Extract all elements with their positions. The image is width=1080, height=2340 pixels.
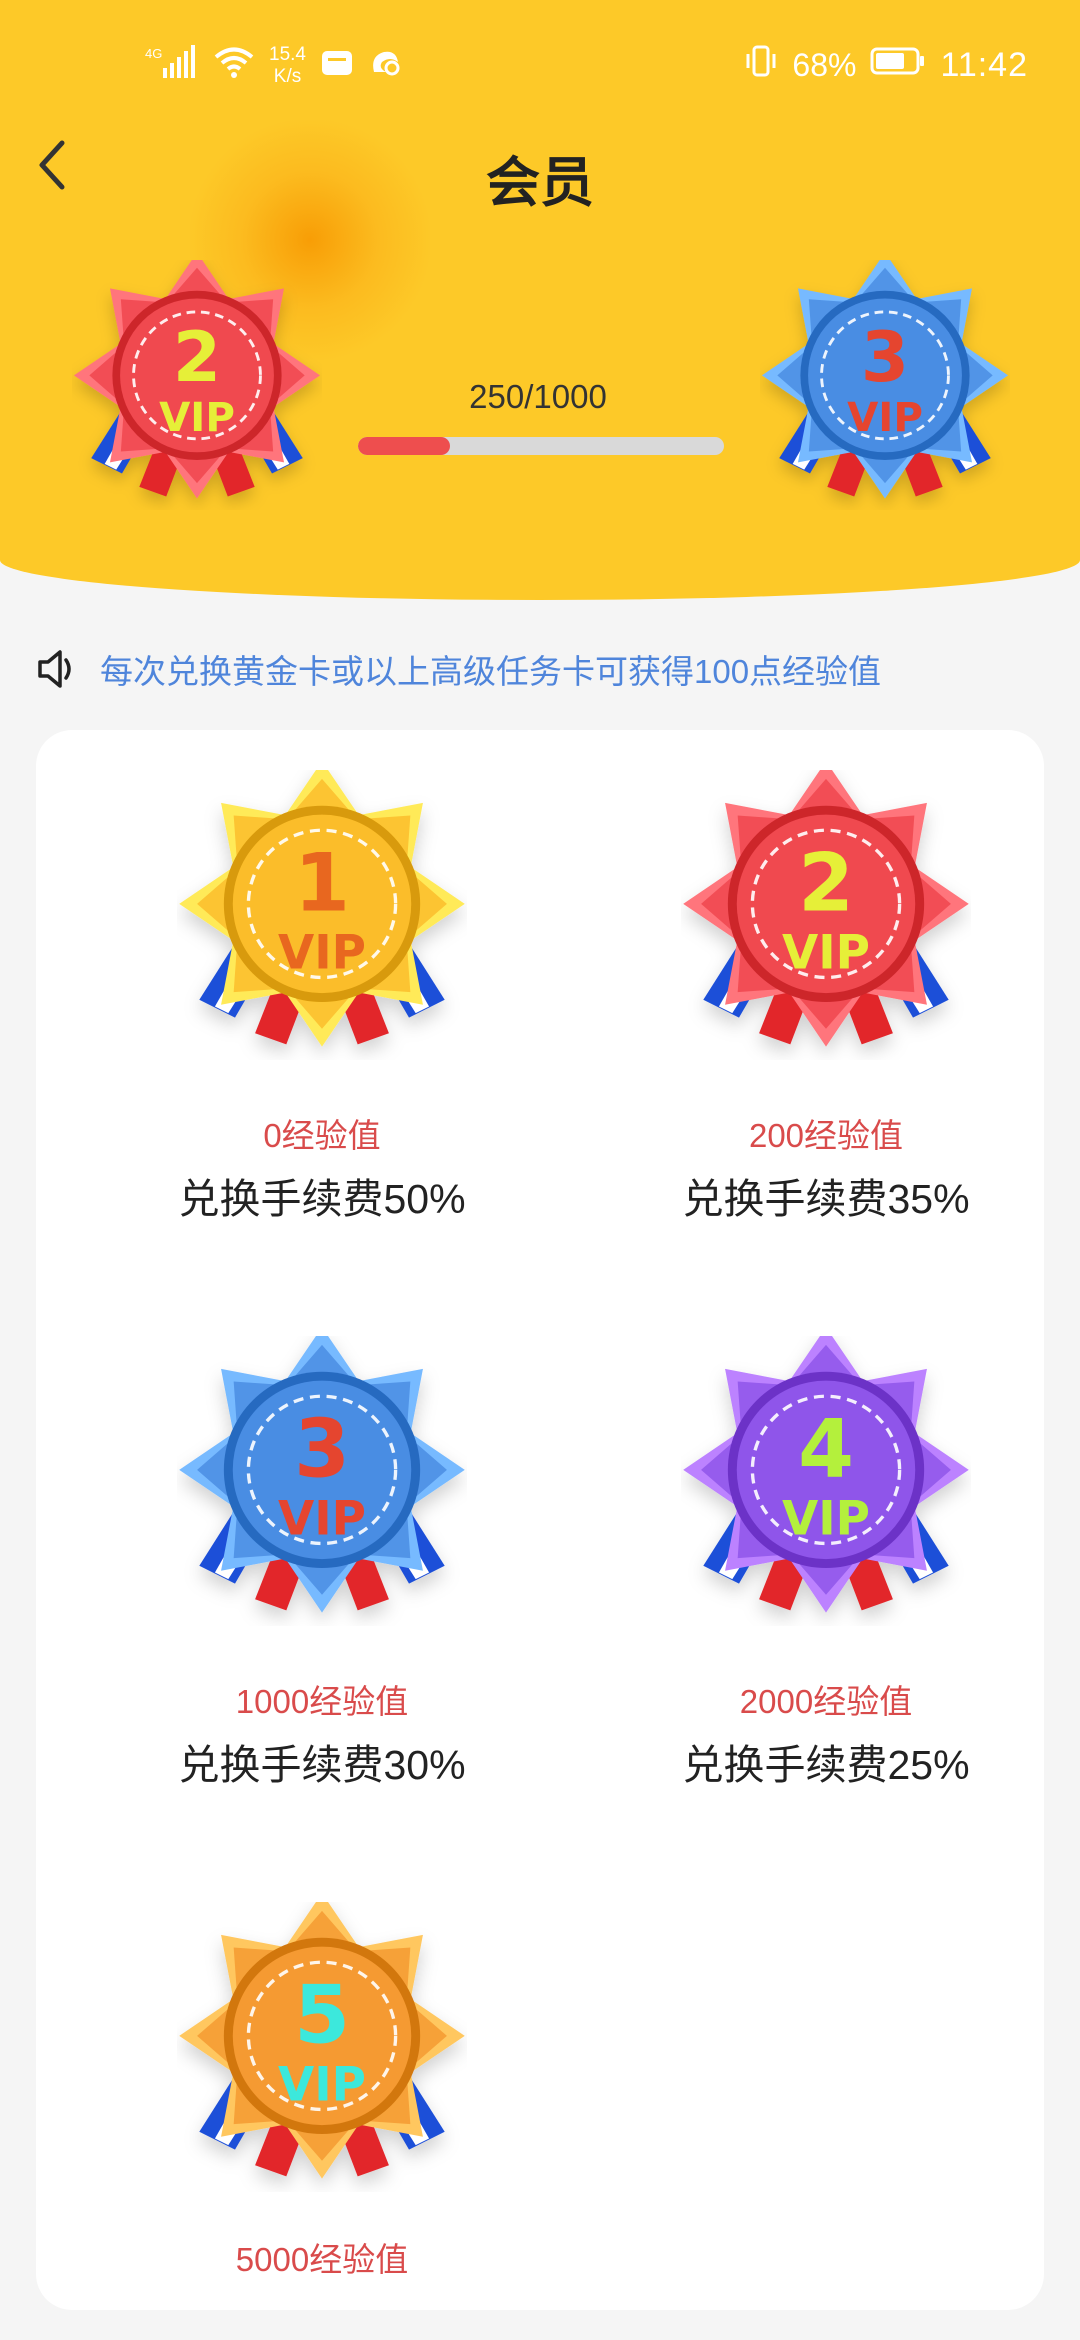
level-fee: 兑换手续费50% (178, 1176, 466, 1222)
progress-bar (358, 437, 724, 455)
level-exp: 0经验值 (263, 1117, 381, 1154)
medal-level-number: 2 (173, 318, 221, 398)
wifi-icon (213, 45, 255, 87)
signal-icon: 4G (145, 44, 199, 88)
next-level-medal: 3 VIP (760, 252, 1010, 515)
level-item-2: 2 VIP 200经验值 兑换手续费35% (616, 761, 1036, 1225)
level-item-4: 4 VIP 2000经验值 兑换手续费25% (616, 1327, 1036, 1791)
medal-vip-label: VIP (278, 2059, 366, 2113)
medal-vip-label: VIP (782, 927, 870, 981)
notice-text: 每次兑换黄金卡或以上高级任务卡可获得100点经验值 (100, 653, 882, 690)
level-fee: 兑换手续费25% (682, 1742, 970, 1788)
level-3-medal: 3 VIP (112, 1327, 532, 1631)
medal-vip-label: VIP (159, 394, 235, 441)
speaker-icon (38, 650, 71, 688)
medal-level-number: 1 (294, 836, 350, 930)
level-exp: 2000经验值 (739, 1683, 913, 1720)
level-fee: 兑换手续费30% (178, 1742, 466, 1788)
network-speed: 15.4 K/s (269, 44, 306, 88)
level-2-medal: 2 VIP (616, 761, 1036, 1065)
medal-vip-label: VIP (278, 1493, 366, 1547)
level-exp: 1000经验值 (235, 1683, 409, 1720)
level-item-3: 3 VIP 1000经验值 兑换手续费30% (112, 1327, 532, 1791)
medal-level-number: 3 (294, 1402, 350, 1496)
medal-level-number: 4 (798, 1402, 854, 1496)
level-5-medal: 5 VIP (112, 1893, 532, 2197)
battery-icon (870, 46, 926, 84)
level-exp: 5000经验值 (235, 2241, 409, 2278)
progress-bar-fill (358, 437, 450, 455)
level-1-medal: 1 VIP (112, 761, 532, 1065)
medal-vip-label: VIP (847, 394, 923, 441)
medal-vip-label: VIP (782, 1493, 870, 1547)
levels-card: 1 VIP 0经验值 兑换手续费50% 2 VIP 200经验值 兑换手续费35% … (36, 730, 1044, 2310)
current-level-medal: 2 VIP (72, 252, 322, 515)
speed-value: 15.4 (269, 44, 306, 65)
medal-level-number: 2 (798, 836, 854, 930)
medal-vip-label: VIP (278, 927, 366, 981)
speed-unit: K/s (273, 66, 302, 87)
level-item-1: 1 VIP 0经验值 兑换手续费50% (112, 761, 532, 1225)
status-bar: 4G 15.4 K/s 68% 11:42 (0, 40, 1080, 90)
progress-text: 250/1000 (469, 378, 607, 415)
level-item-5: 5 VIP 5000经验值 (112, 1893, 532, 2281)
level-exp: 200经验值 (748, 1117, 904, 1154)
uc-browser-icon (368, 46, 402, 86)
notice-banner: 每次兑换黄金卡或以上高级任务卡可获得100点经验值 (34, 645, 1064, 693)
level-fee: 兑换手续费35% (682, 1176, 970, 1222)
medal-level-number: 3 (861, 318, 909, 398)
network-type: 4G (145, 46, 162, 61)
header-banner: 4G 15.4 K/s 68% 11:42 会员 2 VIP 250/1000 … (0, 0, 1080, 600)
clock: 11:42 (940, 45, 1028, 84)
vibrate-icon (744, 44, 778, 86)
medal-level-number: 5 (294, 1968, 350, 2062)
level-4-medal: 4 VIP (616, 1327, 1036, 1631)
notification-app-icon (320, 47, 354, 85)
page-title: 会员 (486, 153, 594, 213)
battery-percent: 68% (792, 46, 857, 83)
